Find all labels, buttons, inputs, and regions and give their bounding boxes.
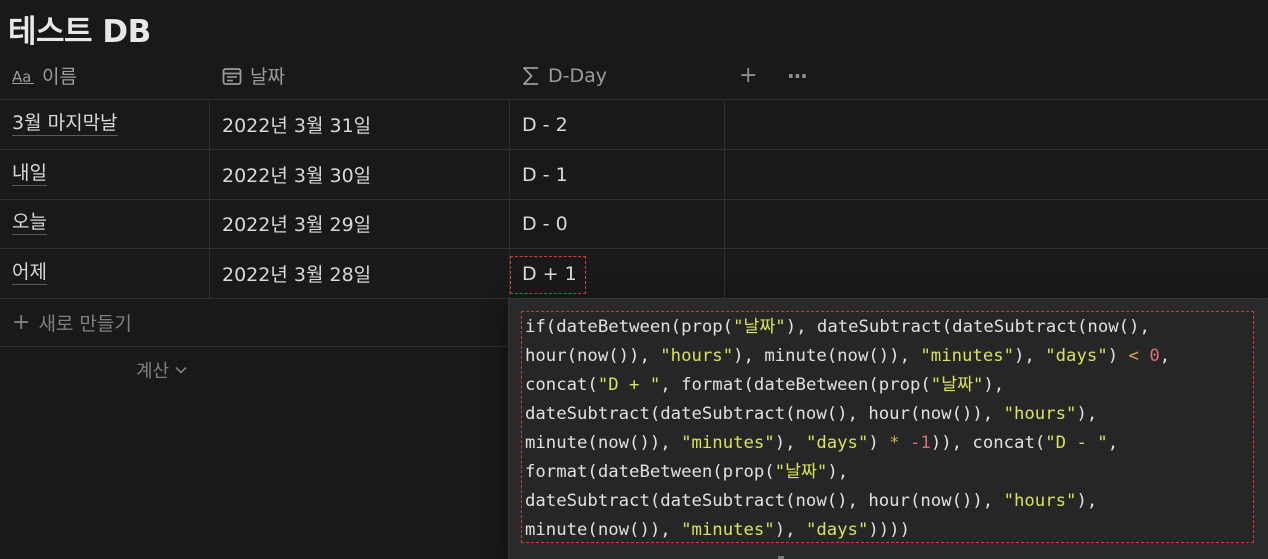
date-cell[interactable]: 2022년 3월 30일 [222, 150, 371, 199]
text-type-icon: Aa [12, 68, 34, 84]
name-cell[interactable]: 내일 [12, 150, 47, 199]
add-column-button[interactable]: + [739, 52, 757, 99]
calculate-dropdown[interactable]: 계산 [136, 356, 187, 384]
row-name[interactable]: 어제 [12, 261, 47, 285]
column-header-dday[interactable]: D-Day [522, 52, 607, 99]
sigma-formula-icon [522, 66, 540, 86]
active-cell-highlight [510, 256, 586, 294]
column-header-label: 이름 [42, 66, 77, 88]
formula-code[interactable]: if(dateBetween(prop("날짜"), dateSubtract(… [525, 313, 1170, 545]
page-title: 테스트 DB [8, 14, 151, 50]
column-divider [209, 99, 210, 298]
table-row[interactable]: 어제 2022년 3월 28일 D + 1 [0, 249, 1268, 299]
column-header-name[interactable]: Aa 이름 [12, 52, 77, 99]
formula-input[interactable]: if(dateBetween(prop("날짜"), dateSubtract(… [521, 311, 1254, 543]
name-cell[interactable]: 3월 마지막날 [12, 100, 118, 149]
dday-cell[interactable]: D - 0 [522, 199, 568, 248]
dday-cell[interactable]: D - 1 [522, 150, 568, 199]
column-divider [724, 99, 725, 298]
svg-text:Aa: Aa [12, 68, 31, 84]
dday-cell[interactable]: D - 2 [522, 100, 568, 149]
new-row-button[interactable]: + 새로 만들기 [12, 299, 132, 346]
ellipsis-icon: ··· [787, 63, 808, 88]
name-cell[interactable]: 어제 [12, 249, 47, 298]
column-header-date[interactable]: 날짜 [222, 52, 285, 99]
plus-icon: + [12, 310, 31, 335]
new-row-label: 새로 만들기 [38, 313, 132, 335]
row-name[interactable]: 내일 [12, 162, 47, 186]
date-cell[interactable]: 2022년 3월 31일 [222, 100, 371, 149]
date-cell[interactable]: 2022년 3월 29일 [222, 199, 371, 248]
divider [0, 346, 510, 347]
date-cell[interactable]: 2022년 3월 28일 [222, 249, 371, 298]
table-header: Aa 이름 날짜 D-Day + ··· [0, 52, 1268, 100]
column-header-label: 날짜 [250, 66, 285, 88]
column-header-label: D-Day [548, 64, 608, 87]
chevron-down-icon [175, 366, 187, 374]
calculate-label: 계산 [136, 361, 170, 382]
row-name[interactable]: 3월 마지막날 [12, 112, 118, 136]
name-cell[interactable]: 오늘 [12, 199, 47, 248]
more-options-button[interactable]: ··· [787, 52, 808, 99]
table-row[interactable]: 3월 마지막날 2022년 3월 31일 D - 2 [0, 100, 1268, 150]
plus-icon: + [739, 63, 758, 88]
row-name[interactable]: 오늘 [12, 211, 47, 235]
table-row[interactable]: 오늘 2022년 3월 29일 D - 0 [0, 199, 1268, 249]
table-row[interactable]: 내일 2022년 3월 30일 D - 1 [0, 150, 1268, 200]
formula-editor-popup: if(dateBetween(prop("날짜"), dateSubtract(… [509, 299, 1268, 559]
calendar-icon [222, 66, 242, 86]
